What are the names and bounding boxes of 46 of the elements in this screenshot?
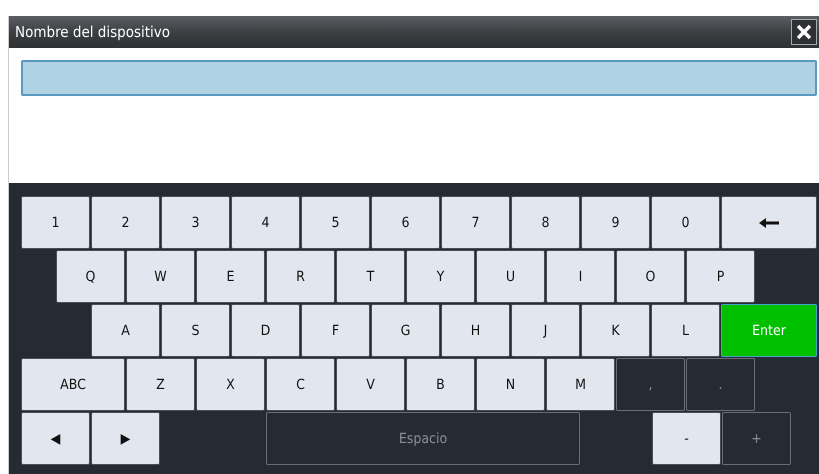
keyboard-key[interactable]: H xyxy=(441,304,510,357)
keyboard-key[interactable]: I xyxy=(546,250,615,303)
close-button[interactable] xyxy=(791,19,817,45)
keyboard-key[interactable]: ▶ xyxy=(91,412,160,465)
keyboard-key[interactable]: F xyxy=(301,304,370,357)
keyboard-key[interactable]: W xyxy=(126,250,195,303)
keyboard-key[interactable]: S xyxy=(161,304,230,357)
keyboard-key[interactable]: R xyxy=(266,250,335,303)
keyboard-key[interactable]: C xyxy=(266,358,335,411)
keyboard-key[interactable]: 9 xyxy=(581,196,650,249)
keyboard-key[interactable]: T xyxy=(336,250,405,303)
keyboard-key[interactable]: J xyxy=(511,304,580,357)
keyboard-key[interactable]: M xyxy=(546,358,615,411)
keyboard-key[interactable]: 8 xyxy=(511,196,580,249)
keyboard-key[interactable]: D xyxy=(231,304,300,357)
keyboard-key[interactable]: 6 xyxy=(371,196,440,249)
keyboard-key[interactable]: K xyxy=(581,304,650,357)
keyboard-key[interactable]: N xyxy=(476,358,545,411)
left-arrow-icon xyxy=(759,218,779,228)
close-icon xyxy=(796,24,812,40)
keyboard-key[interactable]: 7 xyxy=(441,196,510,249)
keyboard-key[interactable]: 5 xyxy=(301,196,370,249)
keyboard-key[interactable]: E xyxy=(196,250,265,303)
keyboard-key[interactable]: B xyxy=(406,358,475,411)
keyboard-key[interactable]: ABC xyxy=(21,358,125,411)
keyboard-key[interactable]: P xyxy=(686,250,755,303)
keyboard-key[interactable]: U xyxy=(476,250,545,303)
keyboard-key[interactable]: 4 xyxy=(231,196,300,249)
keyboard-key[interactable]: G xyxy=(371,304,440,357)
keyboard-key[interactable]: Z xyxy=(126,358,195,411)
name-field[interactable] xyxy=(21,60,817,96)
keyboard-key[interactable]: Y xyxy=(406,250,475,303)
keyboard-key[interactable]: X xyxy=(196,358,265,411)
keyboard-key[interactable]: 3 xyxy=(161,196,230,249)
keyboard-key[interactable]: 1 xyxy=(21,196,90,249)
keyboard-key[interactable]: A xyxy=(91,304,160,357)
keyboard-key[interactable]: - xyxy=(652,412,721,465)
keyboard-key[interactable]: L xyxy=(651,304,720,357)
keyboard-key[interactable]: ◀ xyxy=(21,412,90,465)
keyboard-key[interactable]: Q xyxy=(56,250,125,303)
backspace-key[interactable] xyxy=(721,196,817,249)
window-title: Nombre del dispositivo xyxy=(14,23,170,41)
keyboard-key[interactable]: O xyxy=(616,250,685,303)
keyboard-key[interactable]: 2 xyxy=(91,196,160,249)
keyboard-key[interactable]: 0 xyxy=(651,196,720,249)
keyboard-key[interactable]: V xyxy=(336,358,405,411)
